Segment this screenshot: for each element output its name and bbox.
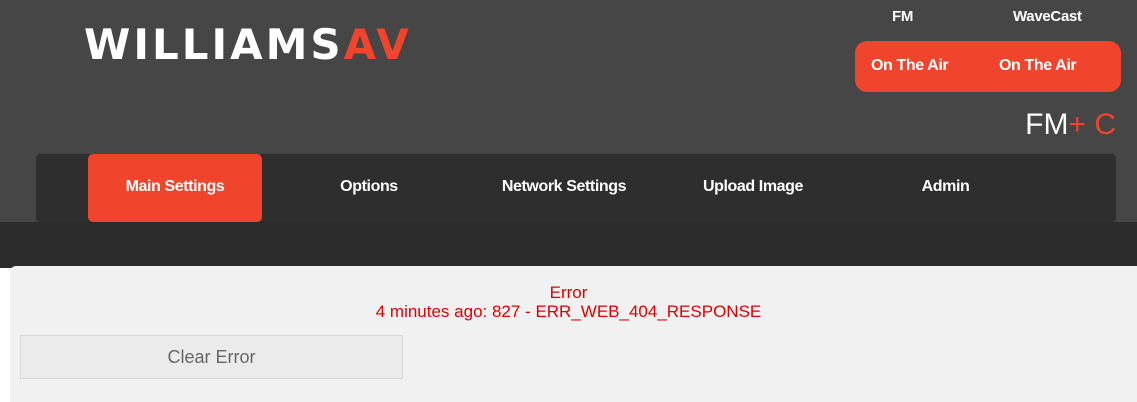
nav-upload-image[interactable]: Upload Image: [677, 154, 829, 222]
fm-status-label: FM: [892, 8, 914, 25]
williams-av-logo[interactable]: WILLIAMSAV: [84, 20, 412, 70]
logo-text: WILLIAMS: [84, 20, 344, 69]
clear-error-button[interactable]: Clear Error: [20, 335, 403, 379]
wavecast-status-label: WaveCast: [1013, 8, 1082, 25]
nav-main-settings[interactable]: Main Settings: [88, 154, 262, 222]
wavecast-on-air-status: On The Air: [999, 57, 1077, 74]
logo-accent-text: AV: [343, 20, 412, 69]
error-title: Error: [549, 283, 588, 302]
on-air-badge: On The Air On The Air: [855, 41, 1121, 92]
model-name: FM+ C: [1025, 108, 1116, 142]
nav-network-settings[interactable]: Network Settings: [472, 154, 656, 222]
nav-options[interactable]: Options: [314, 154, 424, 222]
fm-on-air-status: On The Air: [871, 57, 949, 74]
nav-admin[interactable]: Admin: [898, 154, 993, 222]
main-nav: Main Settings Options Network Settings U…: [36, 154, 1116, 222]
model-name-suffix: + C: [1068, 108, 1116, 141]
model-name-main: FM: [1025, 108, 1069, 141]
broadcast-status: FM WaveCast On The Air On The Air: [855, 0, 1121, 92]
error-message: 4 minutes ago: 827 - ERR_WEB_404_RESPONS…: [375, 302, 762, 321]
nav-spacer-bar: [0, 222, 1137, 268]
